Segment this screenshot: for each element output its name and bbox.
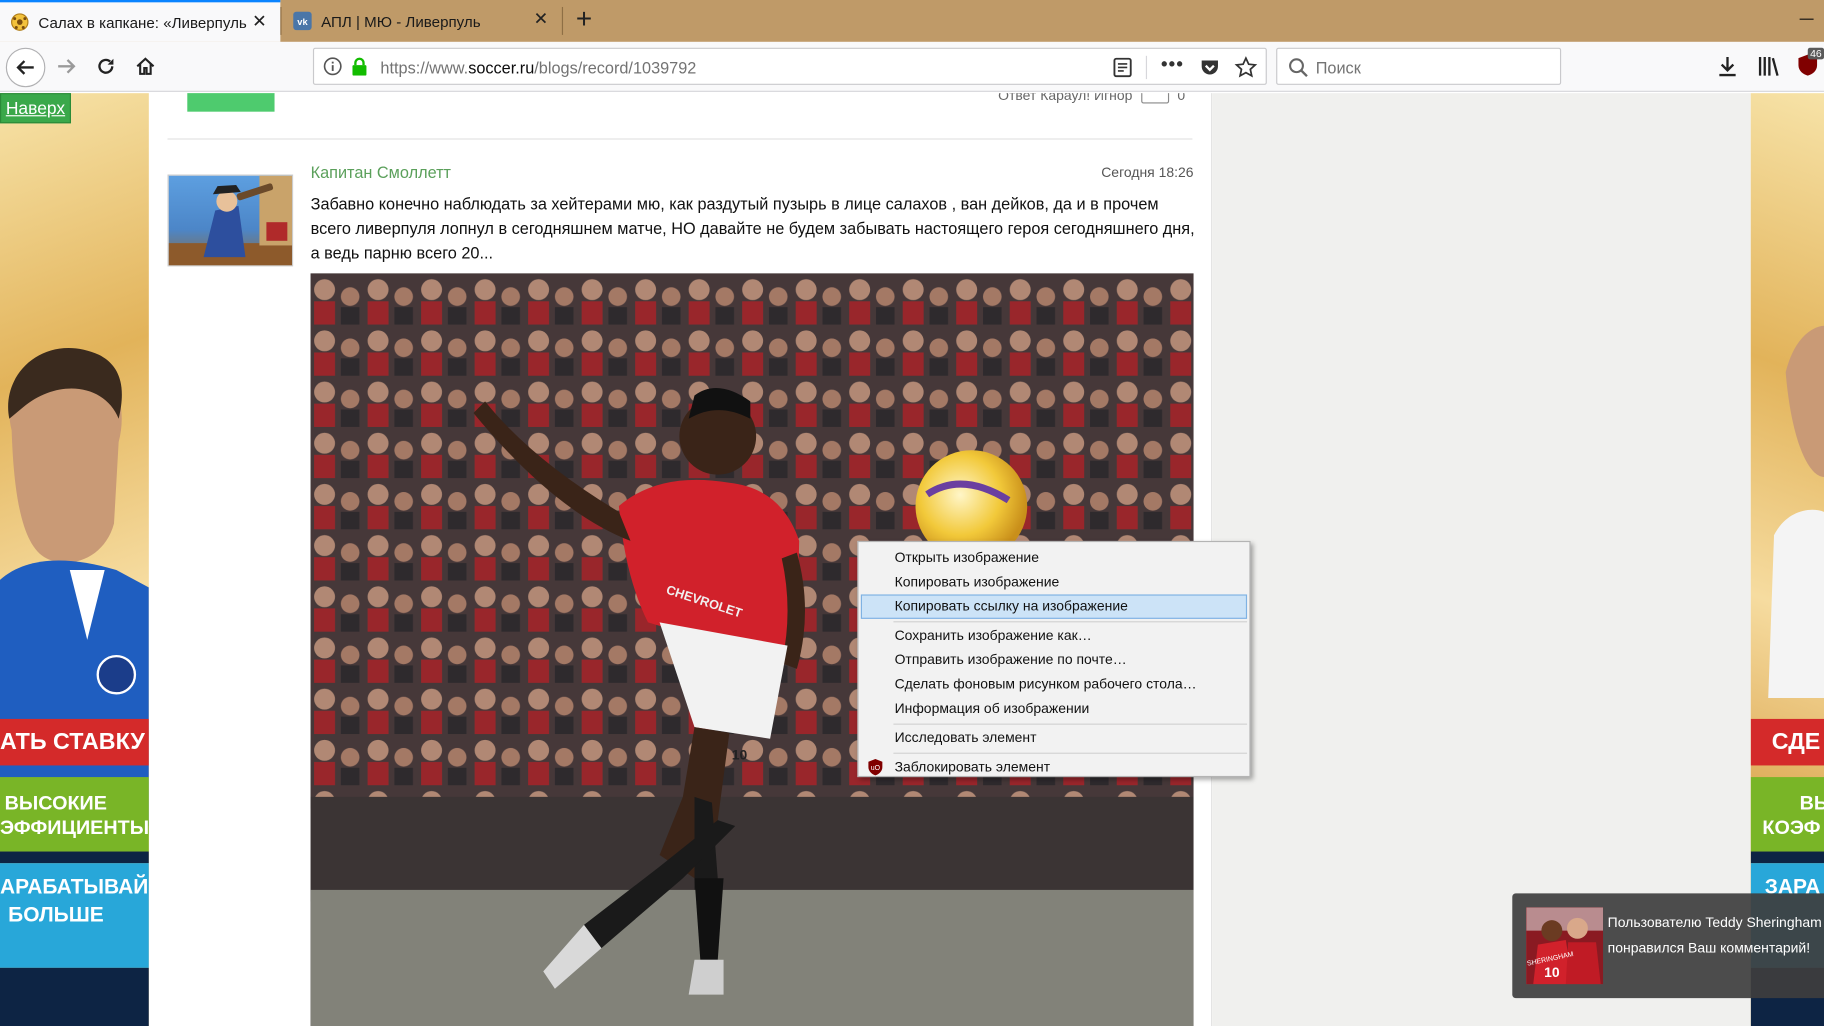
menu-item-copy-image[interactable]: Копировать изображение xyxy=(859,570,1250,594)
previous-comment-avatar[interactable] xyxy=(187,93,275,112)
menu-item-copy-image-link[interactable]: Копировать ссылку на изображение xyxy=(860,594,1248,619)
url-bar[interactable]: https://www.soccer.ru/blogs/record/10397… xyxy=(312,47,1267,85)
notification-photo: SHERINGHAM 10 xyxy=(1526,907,1604,985)
soccer-ball-icon xyxy=(11,13,29,31)
menu-item-view-image-info[interactable]: Информация об изображении xyxy=(859,697,1250,721)
forward-button[interactable] xyxy=(49,49,84,84)
search-icon xyxy=(1289,58,1308,78)
tab-title: Салах в капкане: «Ливерпуль xyxy=(38,13,247,31)
page-actions-icon[interactable]: ••• xyxy=(1161,55,1184,76)
reload-button[interactable] xyxy=(88,49,123,84)
back-arrow-icon xyxy=(16,60,34,75)
url-text[interactable]: https://www.soccer.ru/blogs/record/10397… xyxy=(380,58,696,77)
search-placeholder: Поиск xyxy=(1315,58,1361,77)
ad-player-image xyxy=(1768,325,1824,698)
jersey-number-text: 10 xyxy=(1544,964,1560,980)
pirate-cartoon-image xyxy=(168,175,292,266)
pocket-icon[interactable] xyxy=(1199,57,1220,78)
menu-item-open-image[interactable]: Открыть изображение xyxy=(859,546,1250,570)
search-bar[interactable]: Поиск xyxy=(1276,47,1562,85)
menu-item-email-image[interactable]: Отправить изображение по почте… xyxy=(859,648,1250,672)
lock-icon[interactable] xyxy=(351,57,367,76)
page-side-area xyxy=(1212,93,1751,1026)
image-context-menu: Открыть изображение Копировать изображен… xyxy=(857,540,1251,779)
close-icon[interactable]: ✕ xyxy=(532,10,551,29)
comment-author-avatar[interactable] xyxy=(167,174,294,267)
download-icon[interactable] xyxy=(1715,54,1741,80)
left-ad-divider xyxy=(0,851,149,864)
info-icon[interactable] xyxy=(323,57,342,76)
right-ad-divider xyxy=(1750,851,1824,864)
back-button[interactable] xyxy=(5,47,46,88)
minimize-button[interactable] xyxy=(1797,9,1816,28)
right-ad-green-strip: ВЫ КОЭФ xyxy=(1750,777,1824,852)
menu-item-label: Заблокировать элемент xyxy=(894,758,1051,775)
navigation-bar: https://www.soccer.ru/blogs/record/10397… xyxy=(0,41,1824,92)
menu-item-block-element[interactable]: uO Заблокировать элемент xyxy=(859,755,1250,779)
tab-separator xyxy=(280,6,282,35)
comment-author-link[interactable]: Капитан Смоллетт xyxy=(311,163,451,182)
like-toggle[interactable] xyxy=(1140,93,1169,104)
vk-icon: vk xyxy=(293,11,312,31)
menu-separator xyxy=(893,752,1248,754)
comment-timestamp: Сегодня 18:26 xyxy=(1101,164,1194,181)
notification-text: Пользователю Teddy Sheringham понравился… xyxy=(1607,914,1822,957)
menu-item-save-image-as[interactable]: Сохранить изображение как… xyxy=(859,624,1250,648)
notification-thumbnail: SHERINGHAM 10 xyxy=(1526,907,1604,985)
menu-separator xyxy=(893,621,1248,623)
menu-item-set-as-desktop-background[interactable]: Сделать фоновым рисунком рабочего стола… xyxy=(859,672,1250,696)
back-to-top-button[interactable]: Наверх xyxy=(0,93,71,124)
left-ad-green-strip: ВЫСОКИЕ ЭФФИЦИЕНТЫ xyxy=(0,777,149,852)
ublock-icon: uO xyxy=(868,759,883,776)
left-ad-red-strip: АТЬ СТАВКУ xyxy=(0,718,149,766)
library-icon[interactable] xyxy=(1755,54,1781,80)
home-icon xyxy=(136,57,155,75)
left-ad-banner[interactable]: АТЬ СТАВКУ ВЫСОКИЕ ЭФФИЦИЕНТЫ АРАБАТЫВАЙ… xyxy=(0,93,149,1026)
home-button[interactable] xyxy=(128,49,163,84)
previous-comment-actions[interactable]: Ответ Караул! Игнор 0 xyxy=(998,93,1185,104)
ublock-toolbar-button[interactable]: 46 xyxy=(1797,47,1824,80)
close-icon[interactable]: ✕ xyxy=(250,12,269,32)
tab-vk-apl[interactable]: vk АПЛ | МЮ - Ливерпуль ✕ xyxy=(283,0,562,42)
tab-soccer-article[interactable]: Салах в капкане: «Ливерпуль ✕ xyxy=(0,0,281,42)
comment-text: Забавно конечно наблюдать за хейтерами м… xyxy=(310,194,1195,262)
svg-text:vk: vk xyxy=(297,17,308,27)
ublock-badge: 46 xyxy=(1807,47,1824,60)
svg-text:uO: uO xyxy=(871,765,881,772)
tab-bar: Салах в капкане: «Ливерпуль ✕ vk АПЛ | М… xyxy=(0,0,1824,42)
menu-item-inspect-element[interactable]: Исследовать элемент xyxy=(859,726,1250,750)
reader-view-icon[interactable] xyxy=(1112,57,1133,78)
menu-separator xyxy=(893,723,1248,725)
forward-arrow-icon xyxy=(58,59,76,74)
tab-title: АПЛ | МЮ - Ливерпуль xyxy=(321,12,481,30)
new-tab-button[interactable]: + xyxy=(569,5,599,36)
tab-separator xyxy=(561,6,564,35)
like-notification[interactable]: SHERINGHAM 10 Пользователю Teddy Shering… xyxy=(1512,893,1824,999)
right-ad-red-strip: СДЕ xyxy=(1750,718,1824,766)
right-ad-banner[interactable]: СДЕ ВЫ КОЭФ ЗАРА xyxy=(1750,93,1824,1026)
left-ad-bottom xyxy=(0,967,149,1026)
reload-icon xyxy=(98,58,114,74)
bookmark-star-icon[interactable] xyxy=(1234,56,1258,79)
url-separator xyxy=(1145,55,1148,80)
comment-divider xyxy=(167,138,1193,140)
shorts-number-text: 10 xyxy=(732,747,748,763)
left-ad-blue-strip: АРАБАТЫВАЙ БОЛЬШЕ xyxy=(0,863,149,968)
